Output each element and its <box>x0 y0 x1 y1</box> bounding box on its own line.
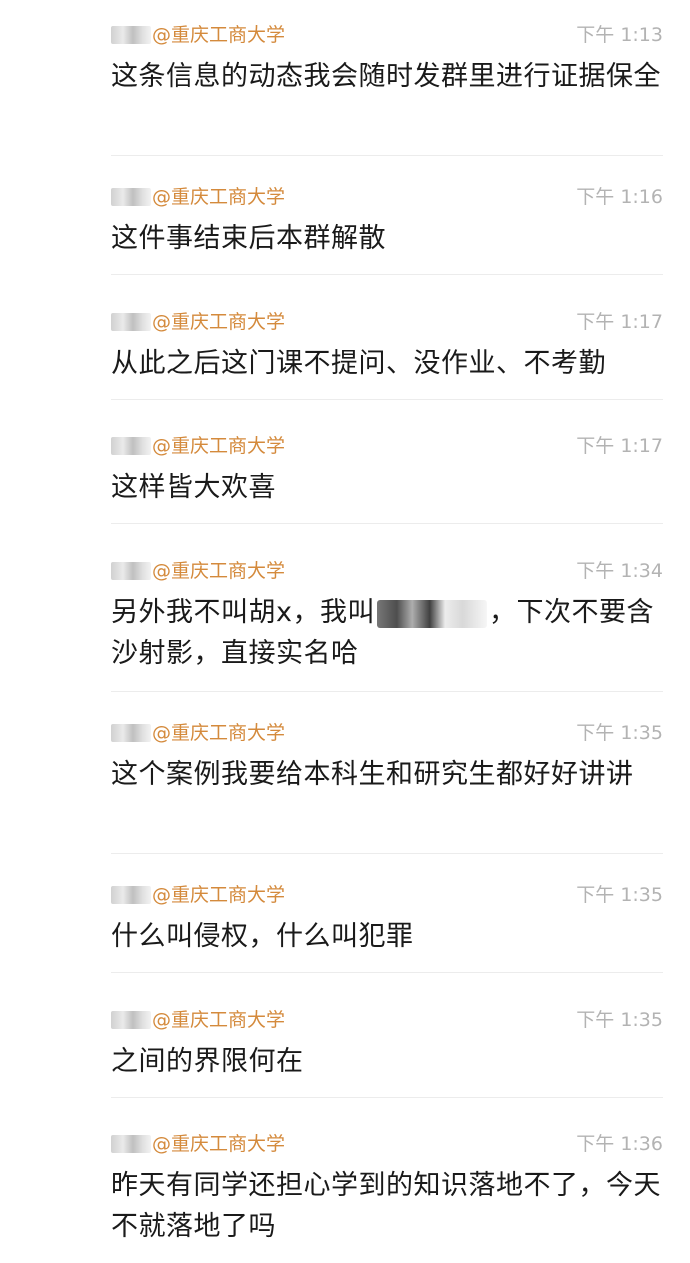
sender-org: @重庆工商大学 <box>152 24 286 46</box>
blurred-sender-name <box>111 562 151 580</box>
message-time: 下午 1:17 <box>576 435 663 457</box>
sender-org: @重庆工商大学 <box>152 884 286 906</box>
message-text: 另外我不叫胡x，我叫 ，下次不要含沙射影，直接实名哈 <box>111 592 663 674</box>
message-header: @重庆工商大学 下午 1:34 <box>111 556 663 586</box>
divider <box>111 523 663 524</box>
message-item[interactable]: @重庆工商大学 下午 1:13 这条信息的动态我会随时发群里进行证据保全 <box>111 20 663 97</box>
message-text: 从此之后这门课不提问、没作业、不考勤 <box>111 348 606 379</box>
message-text: 什么叫侵权，什么叫犯罪 <box>111 921 414 952</box>
sender[interactable]: @重庆工商大学 <box>111 880 285 910</box>
blurred-sender-name <box>111 1135 151 1153</box>
message-item[interactable]: @重庆工商大学 下午 1:34 另外我不叫胡x，我叫 ，下次不要含沙射影，直接实名… <box>111 556 663 674</box>
message-item[interactable]: @重庆工商大学 下午 1:17 这样皆大欢喜 <box>111 431 663 508</box>
sender-org: @重庆工商大学 <box>152 560 286 582</box>
blurred-sender-name <box>111 188 151 206</box>
message-header: @重庆工商大学 下午 1:17 <box>111 431 663 461</box>
message-item[interactable]: @重庆工商大学 下午 1:35 这个案例我要给本科生和研究生都好好讲讲 <box>111 718 663 795</box>
sender-org: @重庆工商大学 <box>152 435 286 457</box>
message-header: @重庆工商大学 下午 1:36 <box>111 1129 663 1159</box>
sender[interactable]: @重庆工商大学 <box>111 718 285 748</box>
blurred-sender-name <box>111 437 151 455</box>
message-item[interactable]: @重庆工商大学 下午 1:36 昨天有同学还担心学到的知识落地不了，今天不就落地… <box>111 1129 663 1247</box>
sender[interactable]: @重庆工商大学 <box>111 20 285 50</box>
message-header: @重庆工商大学 下午 1:17 <box>111 307 663 337</box>
sender-org: @重庆工商大学 <box>152 1133 286 1155</box>
sender[interactable]: @重庆工商大学 <box>111 431 285 461</box>
sender[interactable]: @重庆工商大学 <box>111 1005 285 1035</box>
message-text: 这件事结束后本群解散 <box>111 223 386 254</box>
blurred-sender-name <box>111 724 151 742</box>
message-item[interactable]: @重庆工商大学 下午 1:35 之间的界限何在 <box>111 1005 663 1082</box>
message-time: 下午 1:34 <box>576 560 663 582</box>
message-header: @重庆工商大学 下午 1:35 <box>111 1005 663 1035</box>
message-item[interactable]: @重庆工商大学 下午 1:17 从此之后这门课不提问、没作业、不考勤 <box>111 307 663 384</box>
sender[interactable]: @重庆工商大学 <box>111 182 285 212</box>
divider <box>111 399 663 400</box>
divider <box>111 1097 663 1098</box>
divider <box>111 691 663 692</box>
divider <box>111 853 663 854</box>
blurred-sender-name <box>111 886 151 904</box>
message-text: 这样皆大欢喜 <box>111 472 276 503</box>
divider <box>111 155 663 156</box>
message-header: @重庆工商大学 下午 1:35 <box>111 880 663 910</box>
message-item[interactable]: @重庆工商大学 下午 1:16 这件事结束后本群解散 <box>111 182 663 259</box>
message-header: @重庆工商大学 下午 1:35 <box>111 718 663 748</box>
message-text: 这个案例我要给本科生和研究生都好好讲讲 <box>111 759 634 790</box>
sender[interactable]: @重庆工商大学 <box>111 1129 285 1159</box>
message-text: 之间的界限何在 <box>111 1046 304 1077</box>
message-text-part: 另外我不叫胡x，我叫 <box>111 597 375 628</box>
divider <box>111 972 663 973</box>
sender-org: @重庆工商大学 <box>152 722 286 744</box>
message-text: 昨天有同学还担心学到的知识落地不了，今天不就落地了吗 <box>111 1170 661 1242</box>
message-time: 下午 1:16 <box>576 186 663 208</box>
message-time: 下午 1:17 <box>576 311 663 333</box>
blurred-sender-name <box>111 313 151 331</box>
message-header: @重庆工商大学 下午 1:13 <box>111 20 663 50</box>
message-header: @重庆工商大学 下午 1:16 <box>111 182 663 212</box>
sender[interactable]: @重庆工商大学 <box>111 556 285 586</box>
message-time: 下午 1:35 <box>576 722 663 744</box>
message-time: 下午 1:36 <box>576 1133 663 1155</box>
sender-org: @重庆工商大学 <box>152 311 286 333</box>
redacted-name <box>376 599 487 628</box>
message-time: 下午 1:35 <box>576 884 663 906</box>
message-time: 下午 1:35 <box>576 1009 663 1031</box>
blurred-sender-name <box>111 1011 151 1029</box>
divider <box>111 274 663 275</box>
sender-org: @重庆工商大学 <box>152 1009 286 1031</box>
message-text: 这条信息的动态我会随时发群里进行证据保全 <box>111 61 661 92</box>
sender-org: @重庆工商大学 <box>152 186 286 208</box>
blurred-sender-name <box>111 26 151 44</box>
sender[interactable]: @重庆工商大学 <box>111 307 285 337</box>
message-item[interactable]: @重庆工商大学 下午 1:35 什么叫侵权，什么叫犯罪 <box>111 880 663 957</box>
message-time: 下午 1:13 <box>576 24 663 46</box>
